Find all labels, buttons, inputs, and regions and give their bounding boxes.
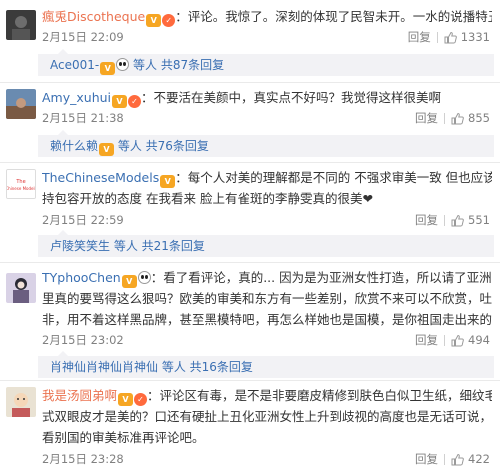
like-button[interactable]: 422 [445,452,490,466]
divider [0,380,500,381]
comment-text-line: ：不要活在美颜中，真实点不好吗？我觉得这样很美啊 [141,90,442,105]
panda-badge-icon [137,271,151,284]
thumbs-up-icon [444,31,457,43]
reply-button[interactable]: 回复 [409,451,444,467]
like-button[interactable]: 1331 [438,30,490,44]
reply-summary[interactable]: Ace001- V 等人 共87条回复 [38,49,494,76]
like-count: 1331 [460,30,490,44]
reply-username[interactable]: 赖什么赖 [50,139,98,153]
reply-count[interactable]: 等人 共21条回复 [114,239,205,253]
comment-text-line: 非，用不着这样黑品牌，甚至黑模特吧，再怎么样她也是国模，是你祖国走出来的模特 [42,312,492,327]
svg-text:Chinese Models: Chinese Models [7,186,35,191]
reply-count[interactable]: 等人 共76条回复 [118,139,209,153]
thumbs-up-icon [451,453,464,465]
comment-text-line: ：看了看评论，真的... 因为是为亚洲女性打造，所以请了亚洲模特。评论 [150,270,492,285]
reply-summary[interactable]: 卢陵笑笑生 等人 共21条回复 [38,230,494,257]
comment-text-line: ：评论。我惊了。深刻的体现了民智未开。一水的说播特丑。品品。 [175,9,492,24]
vip-badge-icon: V [146,14,162,27]
comment-text: TYphooChen V ：看了看评论，真的... 因为是为亚洲女性打造，所以请了亚… [42,267,492,288]
vip-badge-icon: V [99,143,115,156]
comment-text: 瘋兎Discotheque V ✓ ：评论。我惊了。深刻的体现了民智未开。一水的说播特… [42,6,492,27]
reply-summary[interactable]: 肖神仙肖神仙肖神仙 等人 共16条回复 [38,351,494,378]
reply-username[interactable]: 肖神仙肖神仙肖神仙 [50,360,158,374]
divider [0,262,500,263]
reply-button[interactable]: 回复 [409,110,444,126]
reply-button[interactable]: 回复 [409,212,444,228]
like-button[interactable]: 551 [445,213,490,227]
reply-username[interactable]: Ace001- [50,58,99,72]
comment-time: 2月15日 23:28 [42,452,124,466]
comment-username[interactable]: 我是汤圆弟啊 [42,388,117,403]
avatar[interactable] [6,273,36,303]
thumbs-up-icon [451,112,464,124]
level-badge-icon: ✓ [162,14,176,27]
like-button[interactable]: 494 [445,333,490,347]
comment-time: 2月15日 22:09 [42,30,124,44]
like-count: 422 [468,452,490,466]
comment-time: 2月15日 22:59 [42,213,124,227]
comment-text: TheChineseModels V ：每个人对美的理解都是不同的 不强求审美一致 … [42,167,492,188]
vip-badge-icon: V [112,95,128,108]
level-badge-icon: ✓ [128,95,142,108]
vip-badge-icon: V [100,62,116,75]
comment-time: 2月15日 23:02 [42,333,124,347]
divider [0,82,500,83]
thumbs-up-icon [451,214,464,226]
comment-text-line: ：评论区有毒，是不是非要磨皮精修到肤色白似卫生纸，细纹毛孔统统没有，欧 [147,388,492,403]
avatar[interactable] [6,387,36,417]
comment-time: 2月15日 21:38 [42,111,124,125]
svg-text:The: The [15,179,25,185]
like-count: 494 [468,333,490,347]
comment-username[interactable]: Amy_xuhui [42,90,111,105]
like-button[interactable]: 855 [445,111,490,125]
reply-summary[interactable]: 赖什么赖 V 等人 共76条回复 [38,130,494,157]
comment-text: Amy_xuhui V ✓ ：不要活在美颜中，真实点不好吗？我觉得这样很美啊 [42,87,492,108]
comment-text-line: 式双眼皮才是美的？口还有硬扯上丑化亚洲女性上升到歧视的高度也是无话可说，建议多走… [42,409,492,424]
comment-text-line: 里真的要骂得这么狠吗？欧美的审美和东方有一些差别，欣赏不来可以不欣赏，吐吐槽也无… [42,291,492,306]
reply-button[interactable]: 回复 [409,332,444,348]
comment-username[interactable]: 瘋兎Discotheque [42,9,145,24]
like-count: 551 [468,213,490,227]
reply-count[interactable]: 等人 共16条回复 [162,360,253,374]
avatar[interactable]: TheChinese Models [6,169,36,199]
comment-username[interactable]: TYphooChen [42,270,121,285]
level-badge-icon: ✓ [134,393,148,406]
comment-text-line: ：每个人对美的理解都是不同的 不强求审美一致 但也应该对不同的面孔保 [175,170,492,185]
avatar[interactable] [6,10,36,40]
reply-button[interactable]: 回复 [402,29,437,45]
panda-badge-icon [116,58,130,71]
comment-text: 我是汤圆弟啊V✓：评论区有毒，是不是非要磨皮精修到肤色白似卫生纸，细纹毛孔统统没… [42,385,492,406]
avatar[interactable] [6,89,36,119]
vip-badge-icon: V [121,275,137,288]
thumbs-up-icon [451,334,464,346]
reply-count[interactable]: 等人 共87条回复 [133,58,224,72]
like-count: 855 [468,111,490,125]
comment-text-line: 持包容开放的态度 在我看来 脸上有雀斑的李静雯真的很美❤ [42,191,373,206]
vip-badge-icon: V [160,175,176,188]
vip-badge-icon: V [118,393,134,406]
divider [0,162,500,163]
comment-text-line: 看别国的审美标准再评论吧。 [42,430,205,445]
comment-username[interactable]: TheChineseModels [42,170,159,185]
reply-username[interactable]: 卢陵笑笑生 [50,239,110,253]
